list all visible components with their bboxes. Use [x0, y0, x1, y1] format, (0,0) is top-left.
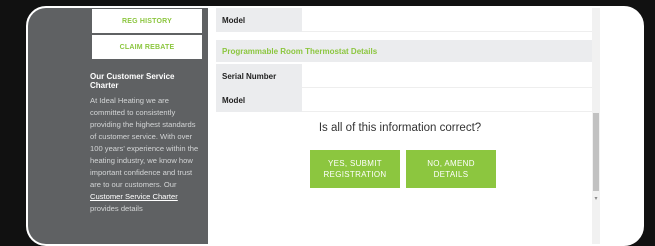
submit-label-line1: YES, SUBMIT [328, 159, 382, 168]
amend-details-button[interactable]: NO, AMEND DETAILS [406, 150, 496, 188]
amend-label-line2: DETAILS [433, 170, 469, 179]
charter-title: Our Customer Service Charter [90, 72, 175, 90]
reg-history-button[interactable]: REG HISTORY [92, 9, 202, 33]
scroll-down-arrow-icon[interactable]: ▾ [593, 196, 599, 202]
registration-details: Model Programmable Room Thermostat Detai… [208, 8, 592, 244]
submit-label-line2: REGISTRATION [323, 170, 387, 179]
sidebar: REG HISTORY CLAIM REBATE Our Customer Se… [28, 8, 208, 244]
charter-text: At Ideal Heating we are committed to con… [90, 95, 202, 215]
model-row-top: Model [216, 8, 592, 32]
claim-rebate-button[interactable]: CLAIM REBATE [92, 35, 202, 59]
serial-value [302, 64, 592, 88]
serial-row: Serial Number [216, 64, 592, 88]
model-value-top [302, 8, 592, 32]
app-window: REG HISTORY CLAIM REBATE Our Customer Se… [26, 6, 644, 246]
model-label-top: Model [216, 8, 302, 32]
model-label: Model [216, 88, 302, 112]
charter-text-after: provides details [90, 204, 143, 213]
model-value [302, 88, 592, 112]
scrollbar-thumb[interactable] [593, 113, 599, 191]
scrollbar[interactable]: ▾ [592, 8, 600, 244]
confirm-question: Is all of this information correct? [318, 122, 482, 134]
submit-registration-button[interactable]: YES, SUBMIT REGISTRATION [310, 150, 400, 188]
amend-label-line1: NO, AMEND [427, 159, 475, 168]
section-title: Programmable Room Thermostat Details [216, 40, 592, 62]
right-margin [600, 8, 642, 244]
customer-service-charter-link[interactable]: Customer Service Charter [90, 192, 178, 201]
charter-text-body: At Ideal Heating we are committed to con… [90, 96, 199, 189]
serial-label: Serial Number [216, 64, 302, 88]
model-row: Model [216, 88, 592, 112]
